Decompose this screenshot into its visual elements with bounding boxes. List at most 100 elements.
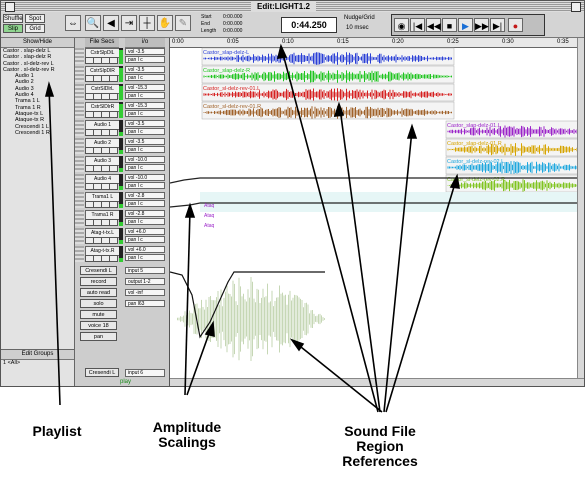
send-button[interactable]: record xyxy=(80,277,117,286)
track-pan[interactable]: pan l c xyxy=(125,92,165,99)
track-volume[interactable]: vol -15.3 xyxy=(125,84,165,91)
pencil-tool-icon[interactable]: ✎ xyxy=(175,15,191,31)
zoom-box-icon[interactable] xyxy=(571,2,581,12)
selector-tool-icon[interactable]: ┼ xyxy=(139,15,155,31)
track-volume[interactable]: vol -10.0 xyxy=(125,156,165,163)
track-pan[interactable]: pan l c xyxy=(125,182,165,189)
trim-tool-icon[interactable]: ⇥ xyxy=(121,15,137,31)
track-buttons[interactable] xyxy=(85,237,118,244)
track-buttons[interactable] xyxy=(85,255,118,262)
track-controls-icon[interactable] xyxy=(75,174,84,190)
track-controls-icon[interactable] xyxy=(75,48,84,64)
track-pan[interactable]: pan l c xyxy=(125,110,165,117)
vertical-scrollbar[interactable] xyxy=(577,38,584,378)
show-hide-header[interactable]: Show/Hide xyxy=(1,38,74,48)
track-pan[interactable]: pan l c xyxy=(125,200,165,207)
play-icon[interactable]: ▶ xyxy=(458,18,473,32)
shuffle-mode-button[interactable]: Shuffle xyxy=(3,14,23,23)
playlist-item[interactable]: Crescendi 1 R xyxy=(1,130,74,136)
speaker-icon[interactable]: ◀ xyxy=(103,15,119,31)
bottom-track-name[interactable]: Cresendi L xyxy=(85,368,119,377)
sound-region[interactable]: Castor_slap-delz-R xyxy=(201,65,455,84)
edit-group-item[interactable]: 1 <All> xyxy=(1,360,74,366)
edit-groups-header[interactable]: Edit Groups xyxy=(1,350,74,360)
rewind-icon[interactable]: ◀◀ xyxy=(426,18,441,32)
zoom-tool-icon[interactable]: 🔍 xyxy=(85,15,101,31)
online-icon[interactable]: ◉ xyxy=(394,18,409,32)
sound-region[interactable]: Castor_sl-delz-rev-02.L xyxy=(445,156,583,175)
track-buttons[interactable] xyxy=(85,183,118,190)
track-pan[interactable]: pan l c xyxy=(125,56,165,63)
stop-icon[interactable]: ■ xyxy=(442,18,457,32)
track-volume[interactable]: vol -3.5 xyxy=(125,48,165,55)
sound-region[interactable]: Castor_slap-delz-L xyxy=(201,47,455,66)
spot-mode-button[interactable]: Spot xyxy=(25,14,45,23)
track-controls-icon[interactable] xyxy=(75,84,84,100)
track-buttons[interactable] xyxy=(85,147,118,154)
start-value[interactable]: 0:00.000 xyxy=(223,14,242,20)
track-buttons[interactable] xyxy=(85,75,118,82)
close-box-icon[interactable] xyxy=(5,2,15,12)
track-controls-icon[interactable] xyxy=(75,138,84,154)
track-volume[interactable]: vol -3.5 xyxy=(125,66,165,73)
send-button[interactable]: Cresendi L xyxy=(80,266,117,275)
horizontal-scrollbar[interactable] xyxy=(170,378,584,386)
track-controls-icon[interactable] xyxy=(75,102,84,118)
track-volume[interactable]: vol -3.5 xyxy=(125,138,165,145)
record-icon[interactable]: ● xyxy=(508,18,523,32)
edit-area[interactable]: 0:00 0:05 0:10 0:15 0:20 0:25 0:30 0:35 Castor_… xyxy=(170,38,584,378)
track-buttons[interactable] xyxy=(85,93,118,100)
track-pan[interactable]: pan l c xyxy=(125,218,165,225)
send-io-field[interactable]: output 1-2 xyxy=(125,278,165,285)
track-controls-icon[interactable] xyxy=(75,246,84,262)
grabber-hand-icon[interactable]: ✋ xyxy=(157,15,173,31)
main-counter[interactable]: 0:44.250 xyxy=(281,17,337,33)
track-buttons[interactable] xyxy=(85,201,118,208)
go-to-end-icon[interactable]: ▶| xyxy=(490,18,505,32)
title-bar[interactable]: Edit:LIGHT1.2 xyxy=(1,1,584,12)
track-controls-icon[interactable] xyxy=(75,156,84,172)
sound-region[interactable]: Castor_slap-delz-01.R xyxy=(445,138,583,157)
track-volume[interactable]: vol -15.3 xyxy=(125,102,165,109)
track-controls-icon[interactable] xyxy=(75,120,84,136)
track-controls-icon[interactable] xyxy=(75,192,84,208)
sound-region[interactable]: Castor_slap-delz-01.L xyxy=(445,120,583,139)
send-button[interactable]: mute xyxy=(80,310,117,319)
track-volume[interactable]: vol -2.8 xyxy=(125,192,165,199)
bottom-track-io[interactable]: input 6 xyxy=(125,369,165,377)
sound-region[interactable]: Castor_sl-delz-rev-01.L xyxy=(201,83,455,102)
track-buttons[interactable] xyxy=(85,129,118,136)
track-buttons[interactable] xyxy=(85,57,118,64)
track-volume[interactable]: vol -3.5 xyxy=(125,120,165,127)
track-pan[interactable]: pan l c xyxy=(125,146,165,153)
length-value[interactable]: 0:00.000 xyxy=(223,28,242,34)
track-pan[interactable]: pan l c xyxy=(125,128,165,135)
fast-forward-icon[interactable]: ▶▶ xyxy=(474,18,489,32)
send-button[interactable]: voice 18 xyxy=(80,321,117,330)
track-controls-icon[interactable] xyxy=(75,210,84,226)
crescendi-region[interactable] xyxy=(176,277,325,361)
send-button[interactable]: auto read xyxy=(80,288,117,297)
track-volume[interactable]: vol +6.0 xyxy=(125,228,165,235)
send-button[interactable]: solo xyxy=(80,299,117,308)
slip-mode-button[interactable]: Slip xyxy=(3,24,23,33)
track-buttons[interactable] xyxy=(85,165,118,172)
track-pan[interactable]: pan l c xyxy=(125,254,165,261)
grid-mode-button[interactable]: Grid xyxy=(25,24,45,33)
track-controls-icon[interactable] xyxy=(75,228,84,244)
track-buttons[interactable] xyxy=(85,111,118,118)
send-io-field[interactable]: vol -inf xyxy=(125,289,165,296)
sound-region[interactable]: Castor_sl-delz-rev-01.R xyxy=(201,101,455,120)
track-pan[interactable]: pan l c xyxy=(125,74,165,81)
return-to-zero-icon[interactable]: |◀ xyxy=(410,18,425,32)
track-pan[interactable]: pan l c xyxy=(125,236,165,243)
send-io-field[interactable]: pan l63 xyxy=(125,300,165,307)
track-volume[interactable]: vol +6.0 xyxy=(125,246,165,253)
track-controls-icon[interactable] xyxy=(75,66,84,82)
waveform-canvas[interactable]: Castor_slap-delz-L Castor_slap-delz-R Cast… xyxy=(170,47,584,378)
send-button[interactable]: pan xyxy=(80,332,117,341)
end-value[interactable]: 0:00.000 xyxy=(223,21,242,27)
zoom-arrows-icon[interactable]: ⇔ xyxy=(65,15,81,31)
nudge-value[interactable]: 10 msec xyxy=(346,25,369,31)
background-region[interactable] xyxy=(200,192,584,212)
